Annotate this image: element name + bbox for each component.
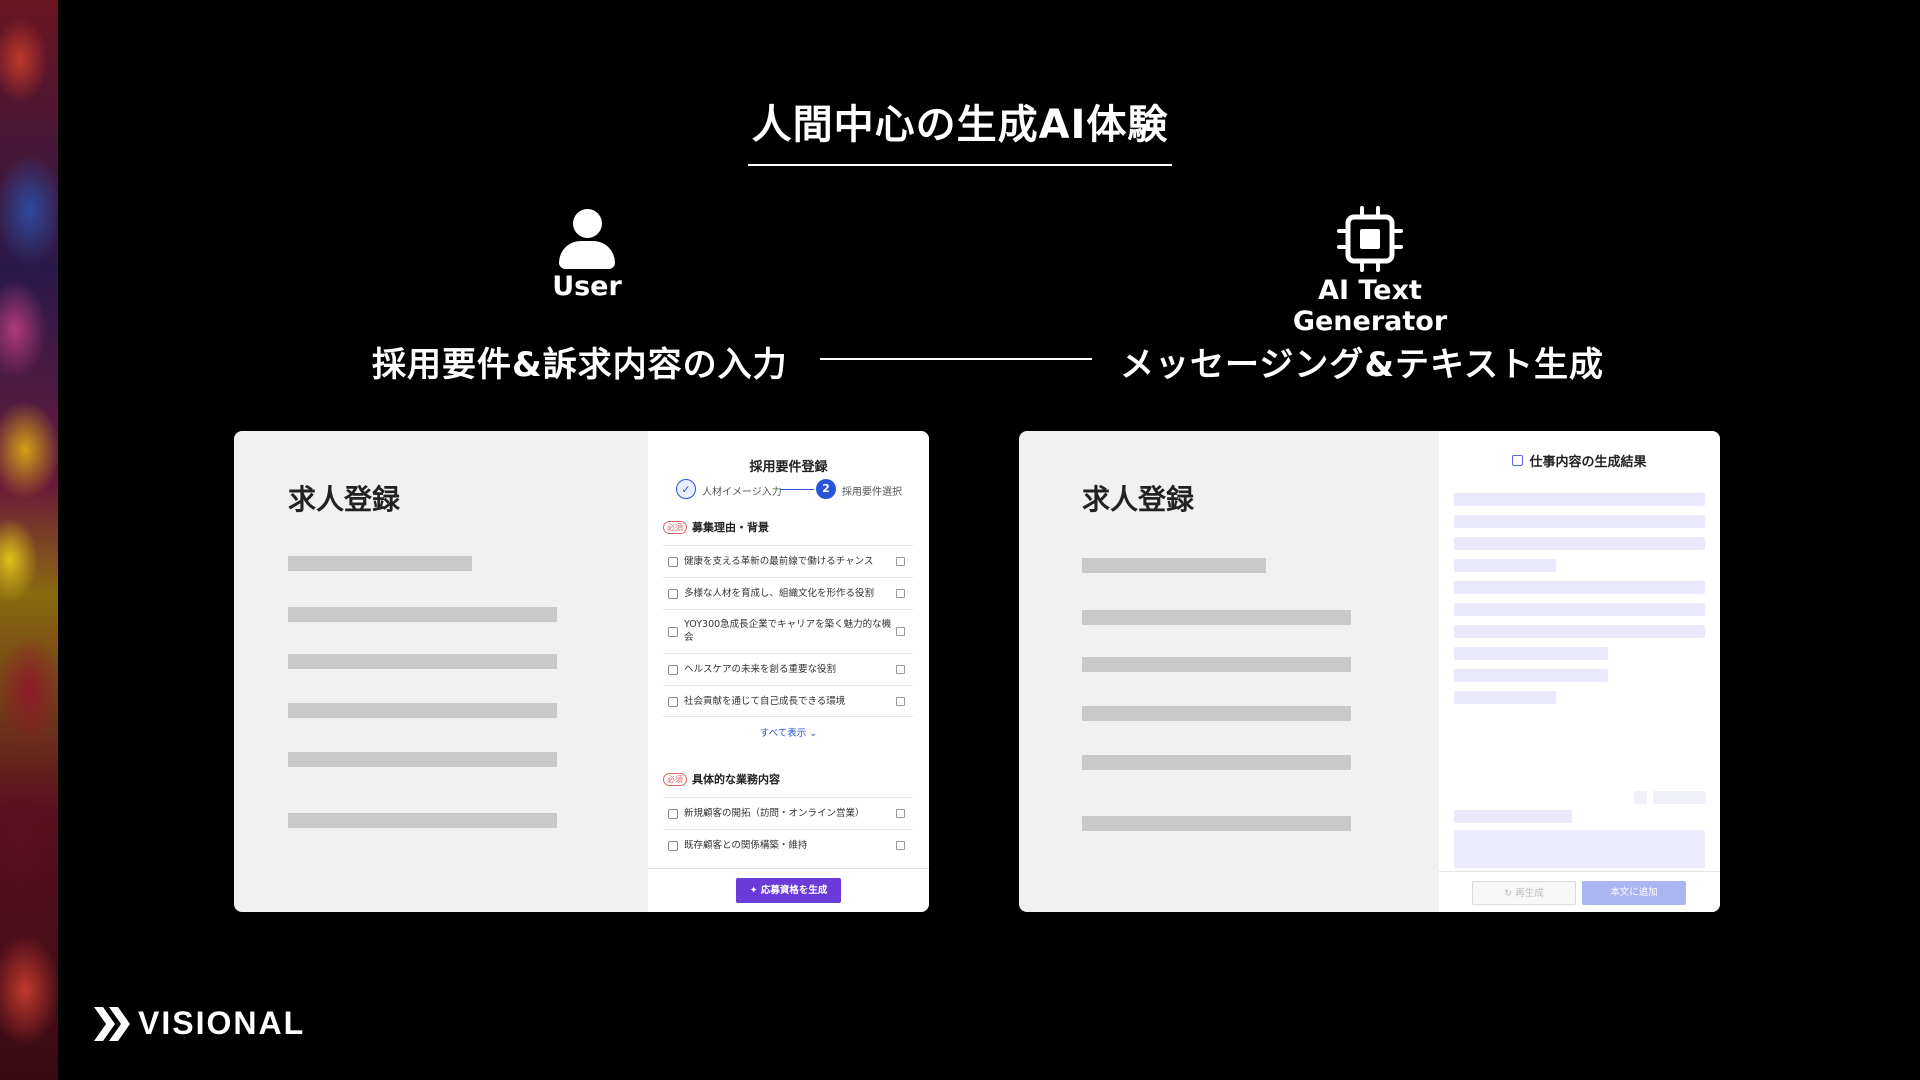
list-item[interactable]: YOY300急成長企業でキャリアを築く魅力的な機会	[663, 609, 913, 653]
generation-result-panel: 仕事内容の生成結果 ↻ 再生成 本文に追加	[1439, 431, 1720, 912]
divider	[1439, 871, 1720, 872]
generated-text-placeholder	[1454, 515, 1705, 528]
edit-icon[interactable]	[896, 809, 905, 818]
external-link-icon	[1512, 455, 1524, 466]
stage-connector-line	[820, 358, 1092, 360]
edit-icon[interactable]	[896, 697, 905, 706]
placeholder-bar	[1082, 816, 1351, 831]
placeholder-bar	[1082, 706, 1351, 721]
divider	[648, 868, 929, 869]
logo-text: VISIONAL	[138, 1005, 306, 1041]
placeholder-bar	[1082, 610, 1351, 625]
ai-label: AI Text Generator	[1292, 275, 1448, 337]
ai-persona: AI Text Generator	[1240, 205, 1500, 337]
edit-icon[interactable]	[896, 589, 905, 598]
step-number[interactable]: 2	[816, 479, 836, 499]
list-item[interactable]: ヘルスケアの未来を創る重要な役割	[663, 653, 913, 685]
meta-placeholder	[1454, 810, 1572, 823]
checkbox[interactable]	[668, 697, 678, 707]
user-label: User	[552, 271, 622, 302]
placeholder-bar	[1082, 755, 1351, 770]
generated-text-placeholder	[1454, 647, 1608, 660]
list-item[interactable]: 多様な人材を育成し、組織文化を形作る役割	[663, 577, 913, 609]
edit-icon[interactable]	[896, 665, 905, 674]
placeholder-bar	[1082, 558, 1266, 573]
placeholder-bar	[288, 813, 557, 828]
stepper: ✓ 人材イメージ入力 2 採用要件選択	[676, 478, 916, 500]
panel-title: 採用要件登録	[749, 460, 828, 475]
placeholder-bar	[288, 703, 557, 718]
page-title: 求人登録	[1082, 483, 1195, 516]
show-all-link[interactable]: すべて表示 ⌄	[648, 725, 929, 739]
required-badge: 必須	[663, 773, 687, 786]
checkbox[interactable]	[668, 665, 678, 675]
placeholder-bar	[288, 556, 472, 571]
section-heading: 必須 具体的な業務内容	[663, 771, 780, 787]
checkbox[interactable]	[668, 627, 678, 637]
step-connector	[780, 489, 814, 490]
checkbox[interactable]	[668, 841, 678, 851]
generated-text-placeholder	[1454, 691, 1556, 704]
generation-stage-label: メッセージング&テキスト生成	[1120, 345, 1604, 385]
checkbox[interactable]	[668, 809, 678, 819]
list-item[interactable]: 社会貢献を通じて自己成長できる環境	[663, 685, 913, 717]
generated-text-placeholder	[1454, 581, 1705, 594]
generated-text-placeholder	[1454, 559, 1556, 572]
generated-text-placeholder	[1454, 669, 1608, 682]
generated-text-placeholder	[1454, 603, 1705, 616]
list-item[interactable]: 健康を支える革新の最前線で働けるチャンス	[663, 545, 913, 577]
generated-text-placeholder	[1454, 625, 1705, 638]
regenerate-button[interactable]: ↻ 再生成	[1472, 881, 1576, 905]
generated-text-placeholder	[1454, 493, 1705, 506]
meta-placeholder	[1634, 791, 1647, 804]
generated-text-placeholder	[1454, 537, 1705, 550]
edit-icon[interactable]	[896, 627, 905, 636]
edit-icon[interactable]	[896, 841, 905, 850]
step-check-icon[interactable]: ✓	[676, 479, 696, 499]
input-stage-label: 採用要件&訴求内容の入力	[372, 345, 788, 385]
edit-icon[interactable]	[896, 557, 905, 566]
add-to-body-button[interactable]: 本文に追加	[1582, 881, 1686, 905]
step-label: 人材イメージ入力	[702, 487, 782, 498]
step-label: 採用要件選択	[842, 487, 902, 498]
requirements-panel: 採用要件登録 ✓ 人材イメージ入力 2 採用要件選択 必須 募集理由・背景 健康を…	[648, 431, 929, 912]
placeholder-bar	[1082, 657, 1351, 672]
generate-qualifications-button[interactable]: ✦ 応募資格を生成	[736, 878, 841, 903]
panel-title: 仕事内容の生成結果	[1439, 451, 1720, 470]
user-persona: User	[530, 205, 644, 302]
placeholder-bar	[288, 607, 557, 622]
slide-title: 人間中心の生成AI体験	[747, 92, 1173, 166]
chevron-logo-icon	[94, 1007, 130, 1041]
chip-icon	[1336, 205, 1404, 273]
required-badge: 必須	[663, 521, 687, 534]
placeholder-bar	[288, 654, 557, 669]
placeholder-bar	[288, 752, 557, 767]
list-item[interactable]: 既存顧客との関係構築・維持	[663, 829, 913, 861]
input-placeholder	[1454, 830, 1705, 868]
meta-placeholder	[1653, 791, 1706, 804]
output-mockup-card: 求人登録 仕事内容の生成結果 ↻ 再生成 本文に追加	[1019, 431, 1720, 912]
user-icon	[558, 205, 616, 269]
section-heading: 必須 募集理由・背景	[663, 519, 769, 535]
input-mockup-card: 求人登録 採用要件登録 ✓ 人材イメージ入力 2 採用要件選択 必須 募集理由・背…	[234, 431, 929, 912]
checkbox[interactable]	[668, 557, 678, 567]
page-title: 求人登録	[288, 483, 401, 516]
checkbox[interactable]	[668, 589, 678, 599]
list-item[interactable]: 新規顧客の開拓（訪問・オンライン営業）	[663, 797, 913, 829]
